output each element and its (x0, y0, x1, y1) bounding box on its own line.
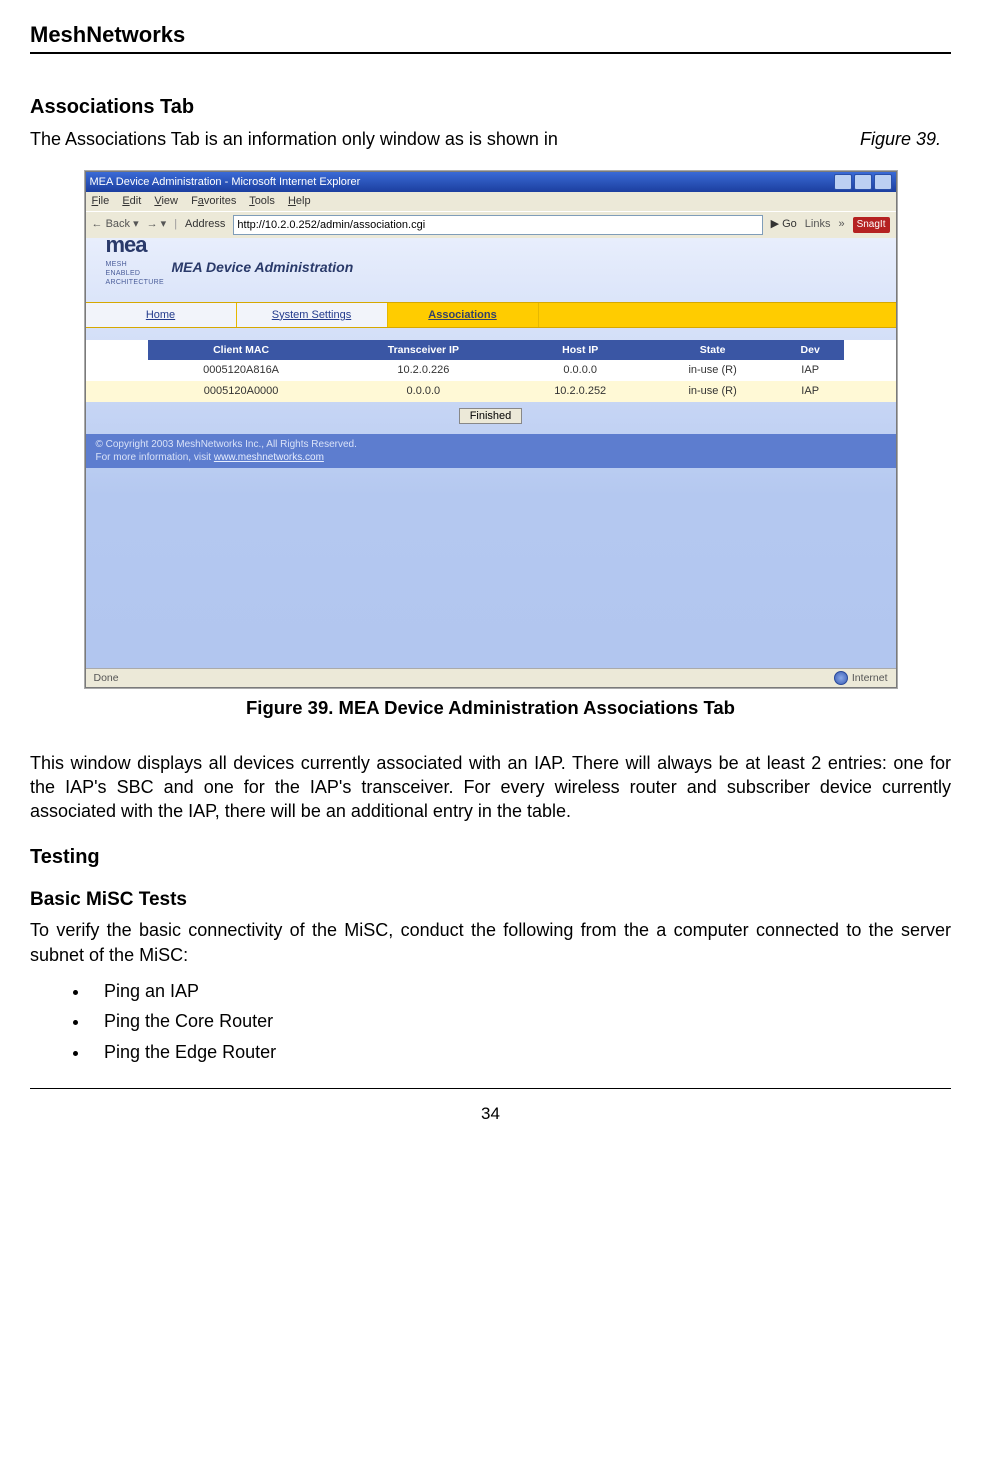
logo-word: mea (106, 230, 160, 260)
col-dev: Dev (777, 340, 844, 360)
menu-favorites[interactable]: Favorites (191, 195, 236, 207)
tab-system-settings[interactable]: System Settings (237, 303, 388, 327)
post-figure-paragraph: This window displays all devices current… (30, 751, 951, 824)
testing-heading: Testing (30, 844, 951, 871)
copyright-footer: © Copyright 2003 MeshNetworks Inc., All … (86, 434, 896, 468)
page-header-title: MeshNetworks (30, 20, 951, 54)
go-button[interactable]: ▶ Go (771, 217, 797, 232)
ie-titlebar: MEA Device Administration - Microsoft In… (86, 172, 896, 192)
list-item: Ping the Edge Router (90, 1040, 951, 1064)
menu-view[interactable]: View (154, 195, 178, 207)
window-buttons (834, 174, 892, 190)
ie-window-title: MEA Device Administration - Microsoft In… (90, 175, 361, 190)
ie-content-area: mea MESH ENABLED ARCHITECTURE MEA Device… (86, 238, 896, 668)
copyright-line1: © Copyright 2003 MeshNetworks Inc., All … (96, 438, 886, 451)
col-client-mac: Client MAC (148, 340, 335, 360)
ie-window: MEA Device Administration - Microsoft In… (85, 171, 897, 688)
associations-table: Client MAC Transceiver IP Host IP State … (86, 340, 896, 402)
col-state: State (648, 340, 776, 360)
status-done: Done (94, 671, 119, 685)
status-zone: Internet (834, 671, 888, 685)
intro-line: The Associations Tab is an information o… (30, 127, 951, 151)
cell-hostip: 10.2.0.252 (512, 381, 648, 402)
cell-state: in-use (R) (648, 381, 776, 402)
maximize-icon[interactable] (854, 174, 872, 190)
menu-tools[interactable]: Tools (249, 195, 275, 207)
address-label: Address (185, 217, 225, 232)
links-label[interactable]: Links (805, 217, 831, 232)
internet-zone-icon (834, 671, 848, 685)
cell-mac: 0005120A816A (148, 360, 335, 381)
menu-edit[interactable]: Edit (122, 195, 141, 207)
status-zone-label: Internet (852, 671, 888, 685)
cell-mac: 0005120A0000 (148, 381, 335, 402)
menu-file[interactable]: File (92, 195, 110, 207)
figure-reference: Figure 39. (860, 127, 951, 151)
tab-associations[interactable]: Associations (388, 303, 539, 327)
tab-bar: Home System Settings Associations (86, 302, 896, 328)
list-item: Ping the Core Router (90, 1009, 951, 1033)
mea-logo: mea MESH ENABLED ARCHITECTURE (106, 248, 160, 288)
basic-tests-paragraph: To verify the basic connectivity of the … (30, 918, 951, 967)
logo-sub: MESH ENABLED ARCHITECTURE (106, 260, 160, 288)
cell-txip: 0.0.0.0 (335, 381, 512, 402)
table-row: 0005120A816A 10.2.0.226 0.0.0.0 in-use (… (86, 360, 896, 381)
test-bullet-list: Ping an IAP Ping the Core Router Ping th… (70, 979, 951, 1064)
menu-help[interactable]: Help (288, 195, 311, 207)
copyright-link[interactable]: www.meshnetworks.com (214, 452, 324, 463)
list-item: Ping an IAP (90, 979, 951, 1003)
minimize-icon[interactable] (834, 174, 852, 190)
snagit-button[interactable]: SnagIt (853, 217, 890, 233)
basic-tests-heading: Basic MiSC Tests (30, 887, 951, 913)
page-number: 34 (30, 1088, 951, 1126)
col-host-ip: Host IP (512, 340, 648, 360)
cell-dev: IAP (777, 360, 844, 381)
ie-status-bar: Done Internet (86, 668, 896, 687)
admin-page-title: MEA Device Administration (172, 258, 354, 277)
cell-hostip: 0.0.0.0 (512, 360, 648, 381)
copyright-line2-pre: For more information, visit (96, 452, 214, 463)
associations-table-block: Client MAC Transceiver IP Host IP State … (86, 340, 896, 432)
cell-txip: 10.2.0.226 (335, 360, 512, 381)
close-icon[interactable] (874, 174, 892, 190)
col-transceiver-ip: Transceiver IP (335, 340, 512, 360)
ie-menubar: File Edit View Favorites Tools Help (86, 192, 896, 211)
cell-dev: IAP (777, 381, 844, 402)
address-input[interactable] (233, 215, 762, 235)
figure-caption: Figure 39. MEA Device Administration Ass… (30, 696, 951, 721)
associations-heading: Associations Tab (30, 94, 951, 121)
tab-home[interactable]: Home (86, 303, 237, 327)
cell-state: in-use (R) (648, 360, 776, 381)
ie-nav-toolbar: ← Back ▾ → ▾ | Address ▶ Go Links» SnagI… (86, 211, 896, 238)
intro-text: The Associations Tab is an information o… (30, 127, 558, 151)
table-row: 0005120A0000 0.0.0.0 10.2.0.252 in-use (… (86, 381, 896, 402)
finished-button[interactable]: Finished (459, 408, 523, 424)
